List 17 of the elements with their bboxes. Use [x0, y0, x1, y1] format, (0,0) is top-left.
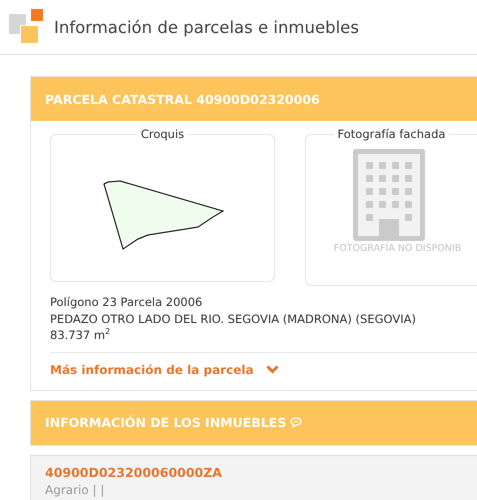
- section-header: PARCELA CATASTRAL 40900D02320006: [31, 77, 477, 121]
- chevron-icon: [266, 365, 279, 374]
- window-title: Información de parcelas e inmuebles: [54, 18, 359, 36]
- parcel-detail: PEDAZO OTRO LADO DEL RIO. SEGOVIA (MADRONA) (SEGOVIA): [50, 310, 417, 327]
- building-icon: [352, 149, 424, 241]
- section-header: INFORMACIÓN DE LOS INMUEBLES: [31, 400, 477, 444]
- app-logo-icon: [8, 9, 44, 45]
- panel-legend: Fotografía fachada: [334, 127, 450, 141]
- property-item[interactable]: 40900D023200060000ZA Agrario | |: [30, 454, 477, 500]
- property-use: Agrario | |: [45, 482, 106, 496]
- panel-legend: Croquis: [136, 127, 188, 141]
- comment-icon: [290, 417, 302, 428]
- parcel-detail: 83.737 m$^{2}$: [50, 327, 112, 344]
- parcel-detail: Polígono 23 Parcela 20006: [50, 294, 204, 310]
- no-photo-message: FOTOGRAFÍA NO DISPONIB: [334, 243, 462, 254]
- more-info-link[interactable]: Más información de la parcela: [50, 362, 279, 376]
- property-reference[interactable]: 40900D023200060000ZA: [45, 464, 463, 480]
